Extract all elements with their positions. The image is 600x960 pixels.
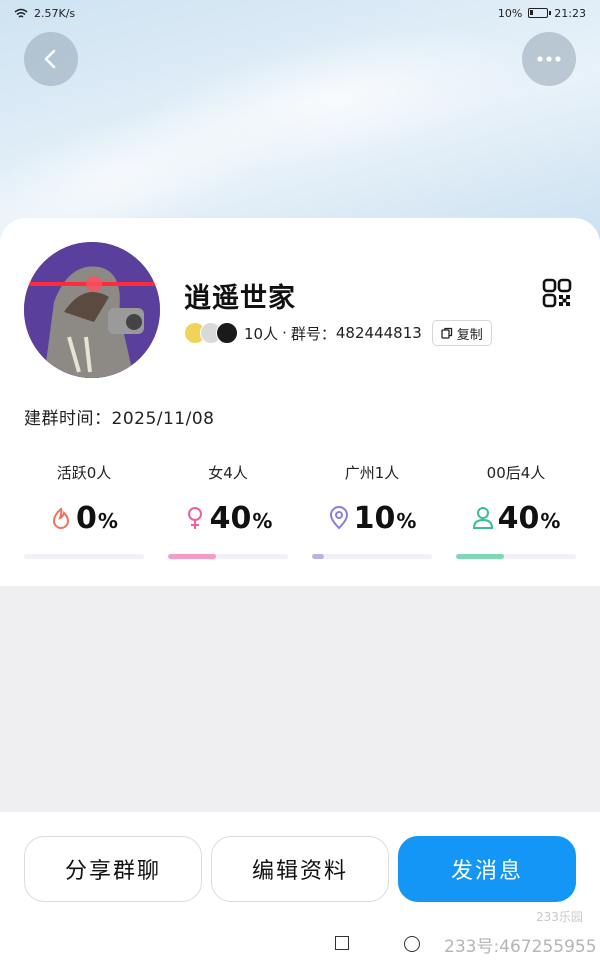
qr-code-icon[interactable]: [542, 278, 572, 308]
stat-unit: %: [396, 509, 417, 533]
stat-value: 0: [76, 500, 97, 536]
member-count: 10人: [244, 324, 279, 343]
recent-apps-icon[interactable]: [335, 936, 349, 950]
status-left: 2.57K/s: [14, 7, 75, 20]
stat-active: 活跃0人 0 %: [24, 462, 144, 559]
stat-label: 女4人: [208, 464, 248, 482]
member-avatars[interactable]: [184, 322, 238, 344]
stat-label: 活跃0人: [56, 464, 112, 482]
network-speed: 2.57K/s: [34, 6, 76, 20]
more-horizontal-icon: [537, 56, 561, 62]
group-name: 逍遥世家: [184, 283, 296, 314]
edit-profile-button[interactable]: 编辑资料: [211, 836, 389, 902]
stat-bar: [168, 554, 288, 559]
copy-id-button[interactable]: 复制: [431, 320, 492, 346]
stat-unit: %: [540, 509, 561, 533]
stat-bar-fill: [456, 554, 504, 559]
home-icon[interactable]: [404, 936, 420, 952]
copy-label: 复制: [456, 327, 483, 343]
group-meta-row: 10人 · 群号： 482444813 复制: [184, 318, 492, 348]
watermark-logo: 233乐园: [536, 910, 583, 924]
share-group-button[interactable]: 分享群聊: [24, 836, 202, 902]
stat-value: 40: [209, 500, 252, 536]
stat-unit: %: [252, 509, 273, 533]
person-icon: [472, 507, 493, 529]
wifi-icon: [14, 8, 28, 18]
meta-separator: ·: [282, 324, 287, 342]
stat-value: 40: [497, 500, 540, 536]
battery-icon: [528, 8, 552, 18]
group-id-value: 482444813: [335, 324, 422, 342]
stat-bar: [24, 554, 144, 559]
group-info-card: 逍遥世家 10人 · 群号： 482444813 复制 建群时间：2025/11…: [0, 218, 600, 586]
more-button[interactable]: [522, 32, 576, 86]
stat-female: 女4人 40 %: [168, 462, 288, 559]
stats-row: 活跃0人 0 % 女4人 40 % 广州1人 10 % 00后4人 40 %: [24, 462, 576, 559]
created-time: 建群时间：2025/11/08: [24, 404, 214, 429]
clock: 21:23: [554, 6, 586, 20]
stat-age: 00后4人 40 %: [456, 462, 576, 559]
bottom-action-bar: 分享群聊 编辑资料 发消息 233乐园 233号:467255955: [0, 812, 600, 960]
stat-label: 广州1人: [344, 464, 400, 482]
created-label: 建群时间：: [24, 409, 112, 429]
status-right: 10% 21:23: [498, 7, 586, 20]
female-icon: [187, 507, 202, 529]
chevron-left-icon: [44, 49, 56, 69]
stat-bar-fill: [312, 554, 324, 559]
battery-percent: 10%: [497, 6, 523, 20]
created-date: 2025/11/08: [111, 409, 215, 429]
stat-value-row: 40 %: [184, 500, 273, 536]
stat-bar-fill: [168, 554, 216, 559]
status-bar: 2.57K/s 10% 21:23: [0, 0, 600, 26]
copy-icon: [441, 327, 452, 339]
stat-value-row: 10 %: [328, 500, 417, 536]
back-button[interactable]: [24, 32, 78, 86]
stat-value-row: 40 %: [472, 500, 561, 536]
watermark-text: 233号:467255955: [444, 937, 597, 957]
group-avatar[interactable]: [24, 242, 160, 378]
stat-bar: [312, 554, 432, 559]
stat-unit: %: [97, 509, 118, 533]
stat-location: 广州1人 10 %: [312, 462, 432, 559]
group-id-label: 群号：: [290, 324, 336, 343]
flame-icon: [53, 507, 70, 529]
stat-value-row: 0 %: [50, 500, 118, 536]
stat-label: 00后4人: [486, 464, 546, 482]
member-avatar: [216, 322, 238, 344]
location-pin-icon: [329, 506, 348, 530]
send-message-button[interactable]: 发消息: [398, 836, 576, 902]
stat-value: 10: [353, 500, 396, 536]
stat-bar: [456, 554, 576, 559]
